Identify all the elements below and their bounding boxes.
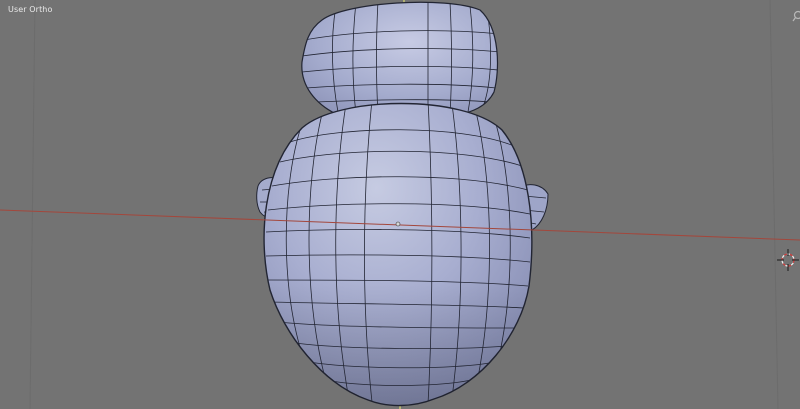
3d-viewport[interactable]: User Ortho — [0, 0, 800, 409]
neck-mesh — [301, 1, 499, 117]
view-label: User Ortho — [8, 5, 53, 14]
viewport-scene — [0, 0, 800, 409]
zoom-icon[interactable] — [792, 9, 800, 23]
head-mesh — [263, 102, 533, 407]
view-cursor-icon[interactable] — [776, 248, 800, 276]
object-origin-dot — [395, 221, 401, 227]
